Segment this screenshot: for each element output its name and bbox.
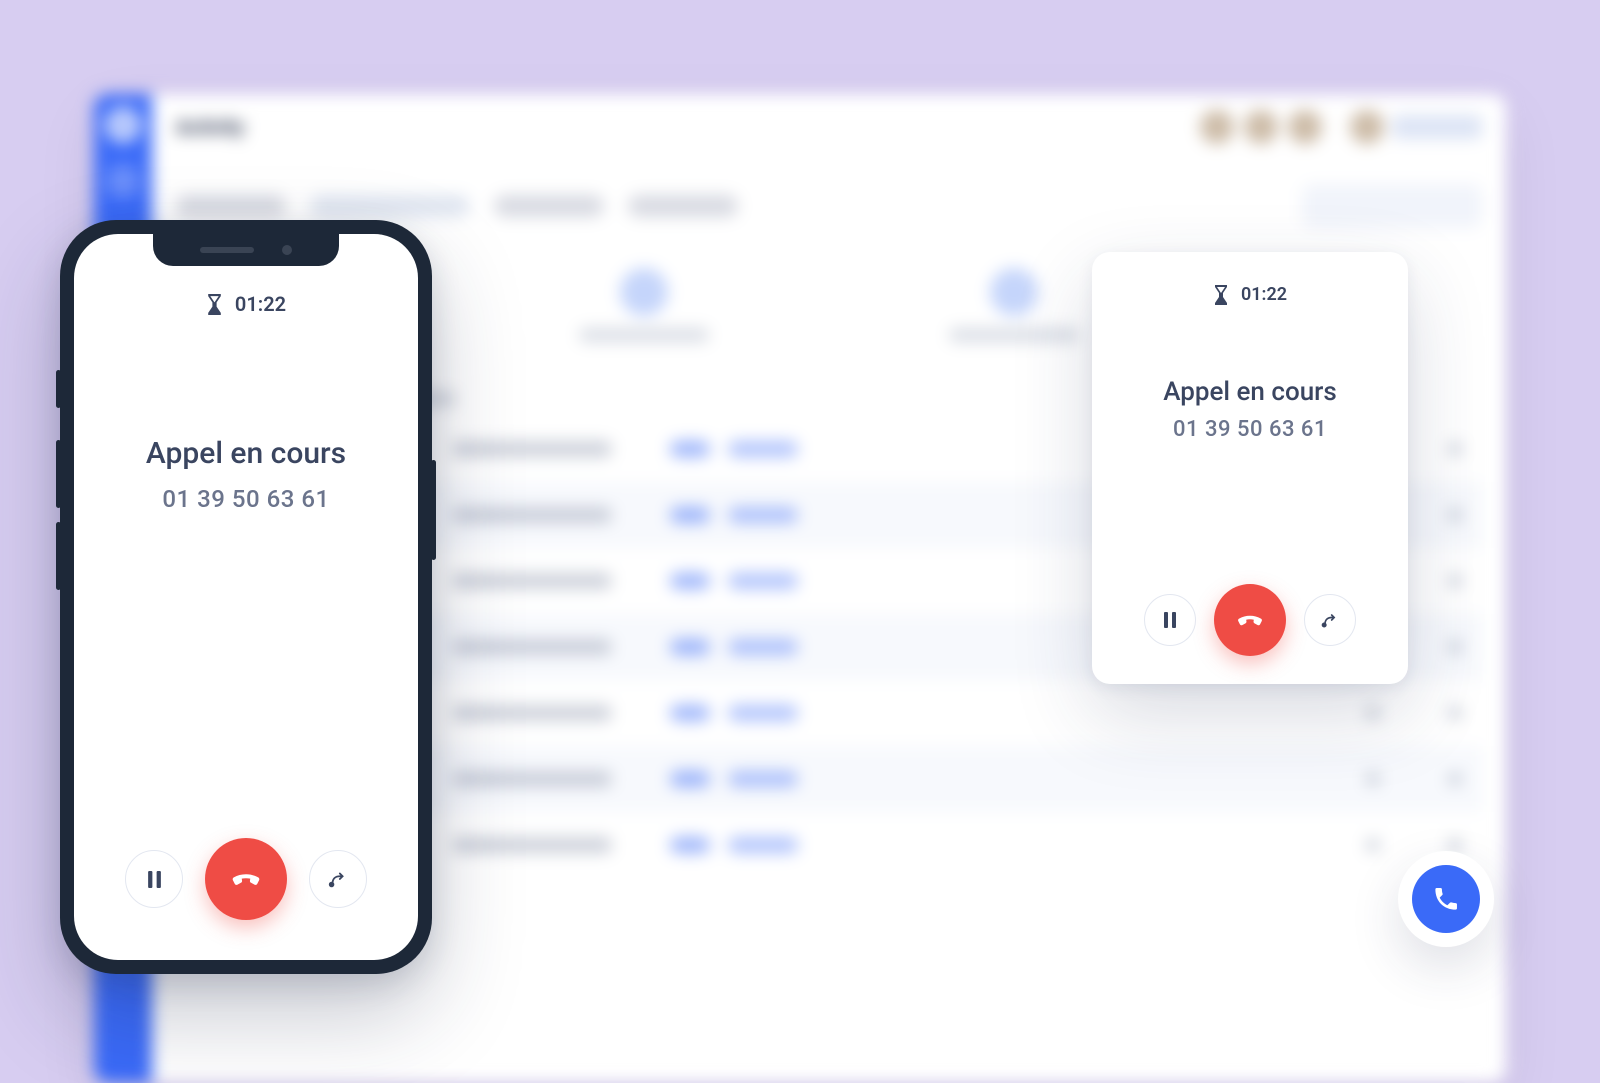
search-input <box>1302 184 1482 228</box>
row-action <box>1366 838 1380 852</box>
row-tag <box>670 441 710 457</box>
row-tag <box>728 573 798 589</box>
row-date <box>452 837 612 853</box>
stat-label <box>579 328 709 342</box>
transfer-button[interactable] <box>309 850 367 908</box>
call-status-label: Appel en cours <box>1163 377 1336 407</box>
stat-card <box>949 268 1079 342</box>
pause-button[interactable] <box>1144 594 1196 646</box>
row-date <box>452 771 612 787</box>
stat-label <box>949 328 1079 342</box>
call-timer-value: 01:22 <box>1241 284 1287 305</box>
phone-hangup-icon <box>1233 603 1267 637</box>
call-phone-number: 01 39 50 63 61 <box>1173 417 1327 442</box>
phone-side-button <box>56 370 61 408</box>
header-avatars <box>1200 110 1482 144</box>
tab <box>628 195 738 217</box>
row-action <box>1448 640 1462 654</box>
row-tag <box>670 705 710 721</box>
row-tag <box>728 441 798 457</box>
pause-icon <box>1163 612 1177 628</box>
row-action <box>1366 706 1380 720</box>
row-date <box>452 507 612 523</box>
row-tag <box>728 837 798 853</box>
hangup-button[interactable] <box>205 838 287 920</box>
pause-icon <box>147 871 162 888</box>
call-status-label: Appel en cours <box>146 436 346 471</box>
row-tag <box>670 639 710 655</box>
row-action <box>1448 838 1462 852</box>
avatar <box>1350 110 1384 144</box>
stat-card <box>579 268 709 342</box>
row-tag <box>728 639 798 655</box>
row-tag <box>670 837 710 853</box>
avatar <box>1288 110 1322 144</box>
call-popup-desktop: 01:22 Appel en cours 01 39 50 63 61 <box>1092 252 1408 684</box>
call-actions <box>125 838 367 920</box>
avatar <box>1244 110 1278 144</box>
avatar <box>1200 110 1234 144</box>
hourglass-icon <box>1213 285 1229 305</box>
filter-dropdown <box>310 195 470 217</box>
row-tag <box>728 705 798 721</box>
row-action <box>1448 442 1462 456</box>
phone-hangup-icon <box>227 860 265 898</box>
row-action <box>1448 706 1462 720</box>
call-timer: 01:22 <box>1213 284 1287 305</box>
transfer-icon <box>327 868 349 890</box>
tab <box>494 195 604 217</box>
stat-icon <box>620 268 668 316</box>
phone-screen: 01:22 Appel en cours 01 39 50 63 61 <box>74 234 418 960</box>
stat-icon <box>990 268 1038 316</box>
row-tag <box>728 771 798 787</box>
transfer-button[interactable] <box>1304 594 1356 646</box>
app-logo-icon <box>106 108 140 142</box>
row-date <box>452 705 612 721</box>
phone-side-button <box>56 522 61 590</box>
row-action <box>1448 508 1462 522</box>
transfer-icon <box>1320 610 1340 630</box>
row-date <box>452 441 612 457</box>
row-action <box>1448 574 1462 588</box>
row-action <box>1366 772 1380 786</box>
call-phone-number: 01 39 50 63 61 <box>162 485 329 513</box>
phone-side-button <box>431 460 436 560</box>
call-timer-value: 01:22 <box>235 292 286 316</box>
hangup-button[interactable] <box>1214 584 1286 656</box>
row-action <box>1448 772 1462 786</box>
current-user-block <box>1350 110 1482 144</box>
call-actions <box>1144 584 1356 656</box>
row-date <box>452 573 612 589</box>
call-timer: 01:22 <box>206 292 286 316</box>
page-title: Activity <box>176 115 244 139</box>
row-tag <box>670 507 710 523</box>
phone-icon <box>1432 885 1460 913</box>
phone-mockup: 01:22 Appel en cours 01 39 50 63 61 <box>60 220 432 974</box>
row-date <box>452 639 612 655</box>
sidebar-phone-icon <box>106 164 140 198</box>
row-tag <box>670 573 710 589</box>
pause-button[interactable] <box>125 850 183 908</box>
user-name-placeholder <box>1392 115 1482 139</box>
row-tag <box>670 771 710 787</box>
row-tag <box>728 507 798 523</box>
hourglass-icon <box>206 294 223 315</box>
phone-notch <box>153 234 339 266</box>
phone-side-button <box>56 440 61 508</box>
notch-speaker <box>200 247 254 253</box>
dial-fab-button[interactable] <box>1412 865 1480 933</box>
app-header: Activity <box>152 94 1506 160</box>
dial-fab-container <box>1398 851 1494 947</box>
notch-camera <box>282 245 292 255</box>
filter-label <box>176 195 286 217</box>
